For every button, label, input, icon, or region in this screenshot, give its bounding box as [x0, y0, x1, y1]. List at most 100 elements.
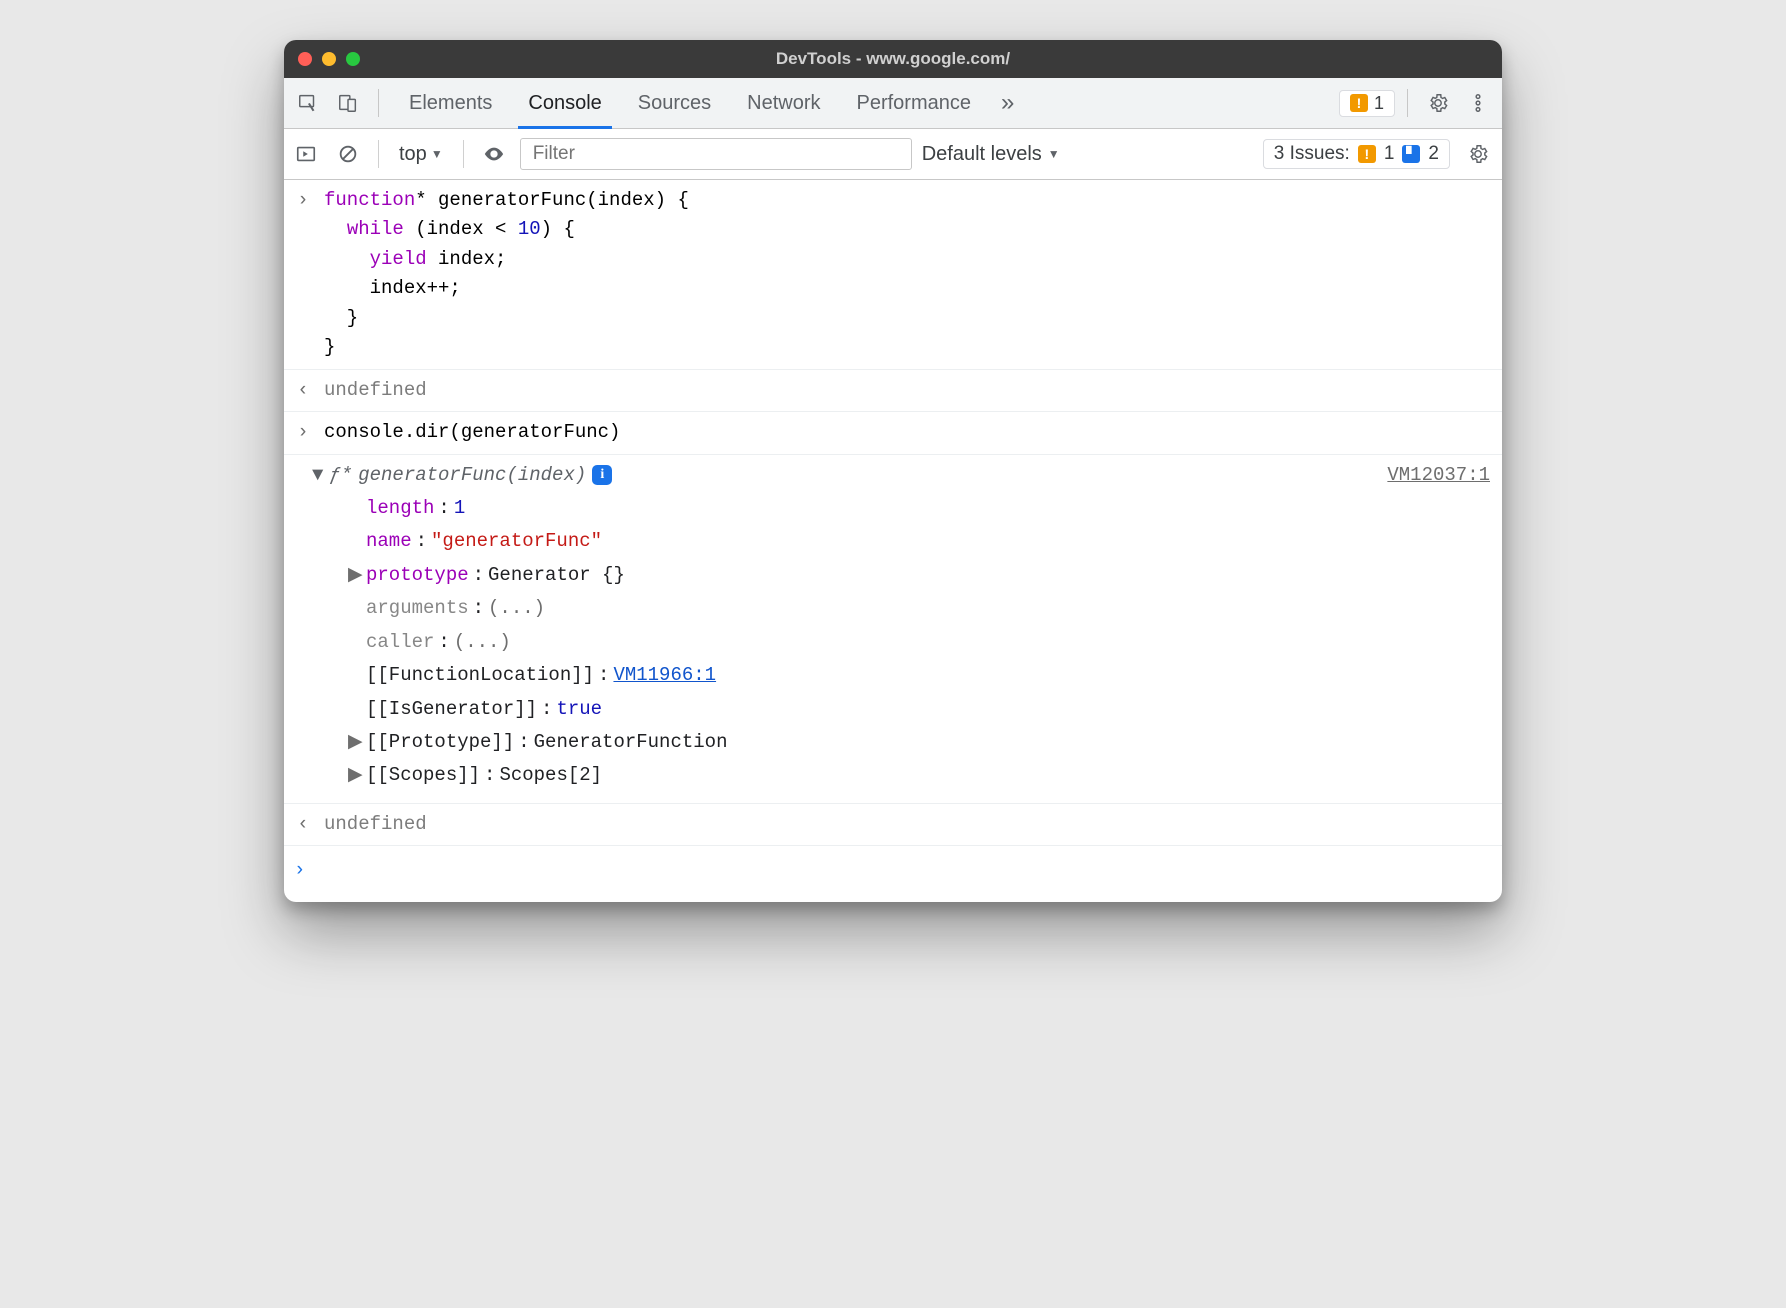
- result-value: undefined: [324, 810, 1490, 839]
- function-glyph: ƒ*: [329, 461, 352, 490]
- tab-list: Elements Console Sources Network Perform…: [391, 78, 989, 128]
- window-title: DevTools - www.google.com/: [284, 49, 1502, 69]
- property-name: caller: [366, 628, 434, 657]
- info-badge-icon[interactable]: i: [592, 465, 612, 485]
- property-value[interactable]: VM11966:1: [613, 661, 716, 690]
- panel-tabs: Elements Console Sources Network Perform…: [284, 78, 1502, 129]
- disclosure-triangle-icon[interactable]: ▶: [348, 761, 362, 790]
- separator: :: [473, 594, 484, 623]
- property-name: [[IsGenerator]]: [366, 695, 537, 724]
- more-tabs-button[interactable]: »: [993, 89, 1022, 117]
- property-name: arguments: [366, 594, 469, 623]
- tab-sources[interactable]: Sources: [620, 78, 729, 128]
- property-name: name: [366, 527, 412, 556]
- property-name: [[Prototype]]: [366, 728, 514, 757]
- property-value: true: [556, 695, 602, 724]
- toggle-sidebar-icon[interactable]: [290, 138, 322, 170]
- property-name: prototype: [366, 561, 469, 590]
- property-row[interactable]: ▶[[Scopes]]: Scopes[2]: [348, 759, 1490, 792]
- filter-input[interactable]: [520, 138, 912, 170]
- log-levels-selector[interactable]: Default levels ▼: [922, 143, 1060, 166]
- dir-header[interactable]: ▼ ƒ* generatorFunc(index) i VM12037:1: [312, 461, 1490, 490]
- tab-performance[interactable]: Performance: [839, 78, 990, 128]
- separator: [463, 140, 464, 168]
- property-row: name: "generatorFunc": [348, 525, 1490, 558]
- issues-indicator[interactable]: 3 Issues: ! 1 ▘ 2: [1263, 139, 1450, 169]
- window-titlebar: DevTools - www.google.com/: [284, 40, 1502, 78]
- input-chevron-icon: ›: [294, 186, 312, 215]
- output-chevron-icon: ‹: [294, 810, 312, 839]
- console-input-row: › console.dir(generatorFunc): [284, 412, 1502, 454]
- close-window-button[interactable]: [298, 52, 312, 66]
- warning-icon: !: [1358, 145, 1376, 163]
- chevron-down-icon: ▼: [1048, 147, 1060, 161]
- disclosure-triangle-icon[interactable]: ▶: [348, 561, 362, 590]
- property-list: length: 1name: "generatorFunc"▶prototype…: [312, 490, 1490, 793]
- property-value: 1: [454, 494, 465, 523]
- property-name: length: [366, 494, 434, 523]
- issues-warn-count: 1: [1384, 143, 1395, 165]
- clear-console-icon[interactable]: [332, 138, 364, 170]
- separator: :: [416, 527, 427, 556]
- function-signature: generatorFunc(index): [358, 461, 586, 490]
- inspect-element-icon[interactable]: [290, 85, 326, 121]
- separator: :: [484, 761, 495, 790]
- property-row: arguments: (...): [348, 592, 1490, 625]
- tab-elements[interactable]: Elements: [391, 78, 510, 128]
- warnings-indicator[interactable]: ! 1: [1339, 90, 1395, 117]
- console-body: › function* generatorFunc(index) { while…: [284, 180, 1502, 902]
- console-result-row: ‹ undefined: [284, 370, 1502, 412]
- overflow-menu-icon[interactable]: [1460, 85, 1496, 121]
- separator: :: [438, 628, 449, 657]
- console-prompt[interactable]: ›: [284, 846, 1502, 901]
- disclosure-triangle-icon[interactable]: ▼: [312, 461, 323, 490]
- console-code[interactable]: function* generatorFunc(index) { while (…: [324, 186, 1490, 363]
- minimize-window-button[interactable]: [322, 52, 336, 66]
- separator: :: [541, 695, 552, 724]
- separator: [378, 140, 379, 168]
- chevron-down-icon: ▼: [431, 147, 443, 161]
- property-name: [[FunctionLocation]]: [366, 661, 594, 690]
- console-settings-gear-icon[interactable]: [1460, 136, 1496, 172]
- separator: :: [598, 661, 609, 690]
- console-toolbar: top ▼ Default levels ▼ 3 Issues: ! 1 ▘ 2: [284, 129, 1502, 180]
- property-row[interactable]: ▶[[Prototype]]: GeneratorFunction: [348, 726, 1490, 759]
- context-selector[interactable]: top ▼: [393, 143, 449, 166]
- property-row: length: 1: [348, 492, 1490, 525]
- disclosure-triangle-icon[interactable]: ▶: [348, 728, 362, 757]
- issues-label: 3 Issues:: [1274, 143, 1350, 165]
- separator: :: [438, 494, 449, 523]
- console-code[interactable]: console.dir(generatorFunc): [324, 418, 1490, 447]
- filter-text-field[interactable]: [531, 142, 901, 166]
- separator: :: [518, 728, 529, 757]
- context-label: top: [399, 143, 427, 166]
- tab-console[interactable]: Console: [510, 78, 619, 128]
- traffic-lights: [298, 52, 360, 66]
- property-row[interactable]: ▶prototype: Generator {}: [348, 559, 1490, 592]
- property-name: [[Scopes]]: [366, 761, 480, 790]
- property-row: [[IsGenerator]]: true: [348, 693, 1490, 726]
- devtools-window: DevTools - www.google.com/ Elements Cons…: [284, 40, 1502, 902]
- property-value: Scopes[2]: [499, 761, 602, 790]
- settings-gear-icon[interactable]: [1420, 85, 1456, 121]
- live-expression-eye-icon[interactable]: [478, 138, 510, 170]
- console-result-row: ‹ undefined: [284, 804, 1502, 846]
- source-link[interactable]: VM12037:1: [1387, 461, 1490, 490]
- issues-info-count: 2: [1428, 143, 1439, 165]
- property-value: GeneratorFunction: [534, 728, 728, 757]
- tab-network[interactable]: Network: [729, 78, 838, 128]
- warnings-count: 1: [1374, 93, 1384, 114]
- log-levels-label: Default levels: [922, 143, 1042, 166]
- property-value: "generatorFunc": [431, 527, 602, 556]
- toggle-device-toolbar-icon[interactable]: [330, 85, 366, 121]
- separator: [1407, 89, 1408, 117]
- maximize-window-button[interactable]: [346, 52, 360, 66]
- property-value: (...): [454, 628, 511, 657]
- warning-icon: !: [1350, 94, 1368, 112]
- input-chevron-icon: ›: [294, 418, 312, 447]
- separator: :: [473, 561, 484, 590]
- property-value: Generator {}: [488, 561, 625, 590]
- property-row: [[FunctionLocation]]: VM11966:1: [348, 659, 1490, 692]
- property-value: (...): [488, 594, 545, 623]
- result-value: undefined: [324, 376, 1490, 405]
